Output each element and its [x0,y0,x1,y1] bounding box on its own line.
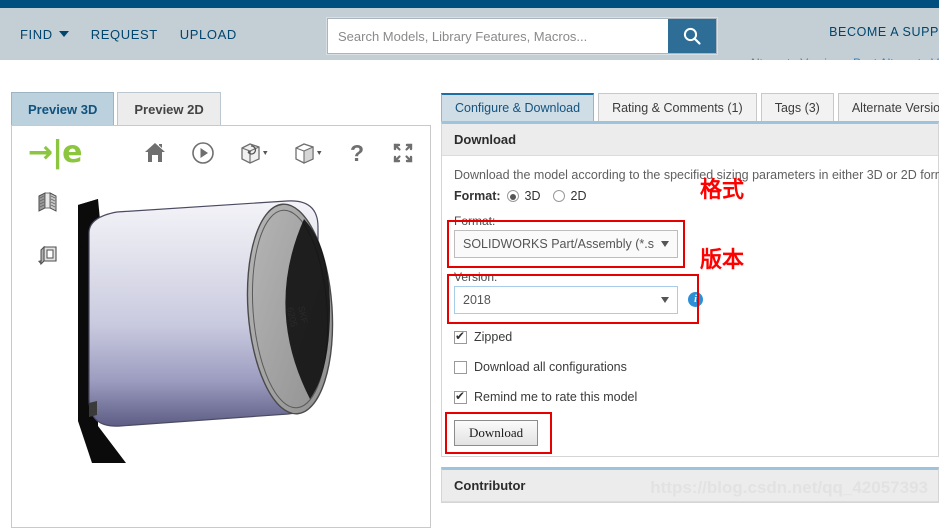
info-icon[interactable]: i [688,292,703,307]
format-row-label: Format: [454,189,501,203]
checkbox-download-all-configurations-label: Download all configurations [474,360,627,374]
preview-tabs: Preview 3D Preview 2D [11,89,431,125]
search-icon [683,27,701,45]
checkbox-remind-rate[interactable] [454,389,467,404]
download-description: Download the model according to the spec… [454,168,939,182]
rotate-view-icon[interactable] [238,140,270,166]
tab-configure-download[interactable]: Configure & Download [441,93,595,121]
nav-item-request[interactable]: REQUEST [91,27,158,42]
search-button[interactable] [668,19,716,53]
checkbox-download-all-configurations[interactable] [454,360,467,374]
annotation-format-cn: 格式 [700,178,745,203]
contributor-panel-title: Contributor https://blog.csdn.net/qq_420… [442,470,938,502]
version-field-label: Version: [454,270,498,284]
download-button-wrap: Download [445,412,552,454]
top-navigation-bar: FIND REQUEST UPLOAD BECOME A SUPP Altern… [0,8,939,70]
chevron-down-icon [58,30,69,37]
checkbox-row-remind-rate: Remind me to rate this model [454,389,926,404]
radio-format-3d-label: 3D [524,189,541,203]
contributor-panel: Contributor https://blog.csdn.net/qq_420… [441,467,939,503]
home-icon[interactable] [142,140,168,166]
format-select[interactable]: SOLIDWORKS Part/Assembly (*.s [454,230,678,258]
edrawings-viewer[interactable]: →|e ? SKF 6205 [11,125,431,528]
shaded-view-icon[interactable] [292,140,324,166]
search-input[interactable] [328,19,668,53]
download-button[interactable]: Download [454,420,539,446]
download-panel-body: Download the model according to the spec… [442,156,939,456]
version-select[interactable]: 2018 [454,286,678,314]
nav-links: FIND REQUEST UPLOAD [0,27,237,42]
checkbox-zipped[interactable] [454,329,467,344]
become-supplier-link[interactable]: BECOME A SUPP [829,25,939,39]
configure-column: Configure & Download Rating & Comments (… [441,89,939,503]
checkbox-remind-rate-label: Remind me to rate this model [474,390,638,404]
tab-preview-3d[interactable]: Preview 3D [11,92,115,125]
checkbox-row-all-configs: Download all configurations [454,360,926,374]
main-content: Preview 3D Preview 2D →|e ? SKF 6205 Con… [0,60,939,531]
download-panel-title: Download [442,124,938,156]
annotation-version-cn: 版本 [700,248,745,273]
model-3d-preview[interactable]: SKF 6205 [42,181,352,494]
tab-alternate-versions[interactable]: Alternate Versions [837,93,939,121]
version-select-wrap: 2018 i [447,274,703,324]
chevron-down-icon [661,241,669,247]
search-bar [327,18,717,54]
configure-tabs: Configure & Download Rating & Comments (… [441,89,939,121]
tab-rating-comments[interactable]: Rating & Comments (1) [598,93,757,121]
watermark: https://blog.csdn.net/qq_42057393 [650,478,928,497]
preview-column: Preview 3D Preview 2D →|e ? SKF 6205 [11,89,431,528]
help-icon[interactable]: ? [346,140,368,166]
checkbox-row-zipped: Zipped [454,329,926,344]
nav-item-find[interactable]: FIND [20,27,69,42]
edrawings-logo: →|e [28,135,82,170]
nav-item-upload[interactable]: UPLOAD [180,27,237,42]
format-field-label: Format: [454,214,496,228]
viewer-toolbar: ? [142,140,416,166]
nav-item-find-label: FIND [20,26,53,42]
tab-preview-2d[interactable]: Preview 2D [117,92,221,125]
svg-text:?: ? [350,140,364,166]
tab-tags[interactable]: Tags (3) [760,93,834,121]
play-icon[interactable] [190,140,216,166]
format-select-wrap: SOLIDWORKS Part/Assembly (*.s [447,220,685,268]
format-select-value: SOLIDWORKS Part/Assembly (*.s [463,237,655,251]
chevron-down-icon [661,297,669,303]
radio-format-2d-label: 2D [570,189,587,203]
radio-format-2d[interactable] [552,190,565,202]
download-panel: Download Download the model according to… [441,121,939,457]
checkbox-zipped-label: Zipped [474,330,513,344]
version-select-value: 2018 [463,293,491,307]
radio-format-3d[interactable] [506,190,519,202]
fullscreen-icon[interactable] [390,140,416,166]
top-accent-bar [0,0,939,8]
format-radio-row: Format: 3D 2D [454,189,926,203]
contributor-title-text: Contributor [454,478,526,493]
